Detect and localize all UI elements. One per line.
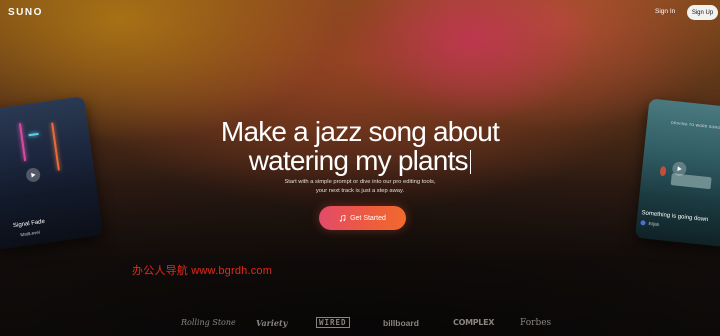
song-artist: Elijah bbox=[648, 220, 660, 228]
song-card-right[interactable]: DRIVING TO WORK SONG Something is going … bbox=[634, 98, 720, 248]
hero-subtitle: Start with a simple prompt or dive into … bbox=[284, 179, 436, 194]
play-button[interactable] bbox=[25, 167, 42, 183]
top-nav: SUNO Sign In Sign Up bbox=[0, 0, 720, 26]
figure-illustration bbox=[659, 165, 667, 177]
neon-sign-decoration bbox=[51, 122, 60, 171]
neon-sign-decoration bbox=[28, 132, 39, 137]
press-logo-variety: Variety bbox=[256, 318, 288, 328]
music-note-icon bbox=[339, 214, 346, 222]
artist-avatar bbox=[640, 220, 646, 226]
press-logo-wired: WIRED bbox=[316, 317, 350, 328]
text-cursor bbox=[469, 150, 472, 174]
headline-line-2-wrapper: watering my plants bbox=[190, 146, 530, 175]
headline-line-1: Make a jazz song about bbox=[220, 116, 500, 147]
card-overlay-text: DRIVING TO WORK SONG bbox=[670, 120, 720, 130]
get-started-button[interactable]: Get Started bbox=[319, 206, 406, 230]
get-started-label: Get Started bbox=[350, 214, 386, 222]
sign-up-button[interactable]: Sign Up bbox=[687, 5, 718, 20]
neon-sign-decoration bbox=[18, 123, 27, 162]
song-artist: MattLevel bbox=[20, 229, 41, 238]
watermark-text: 办公人导航 www.bgrdh.com bbox=[132, 265, 273, 277]
song-title: Signal Fade bbox=[12, 218, 46, 230]
play-icon bbox=[31, 172, 36, 178]
play-icon bbox=[677, 166, 682, 172]
press-logo-rolling-stone: Rolling Stone bbox=[181, 318, 236, 327]
hero-headline: Make a jazz song about watering my plant… bbox=[190, 117, 530, 175]
suno-logo[interactable]: SUNO bbox=[8, 7, 43, 18]
headline-line-2: watering my plants bbox=[248, 145, 469, 176]
press-logo-complex: COMPLEX bbox=[453, 318, 495, 327]
press-logo-forbes: Forbes bbox=[520, 318, 552, 328]
song-card-left[interactable]: Signal Fade MattLevel bbox=[0, 96, 104, 250]
press-logo-billboard: billboard bbox=[383, 318, 419, 328]
sign-in-link[interactable]: Sign In bbox=[655, 8, 675, 15]
